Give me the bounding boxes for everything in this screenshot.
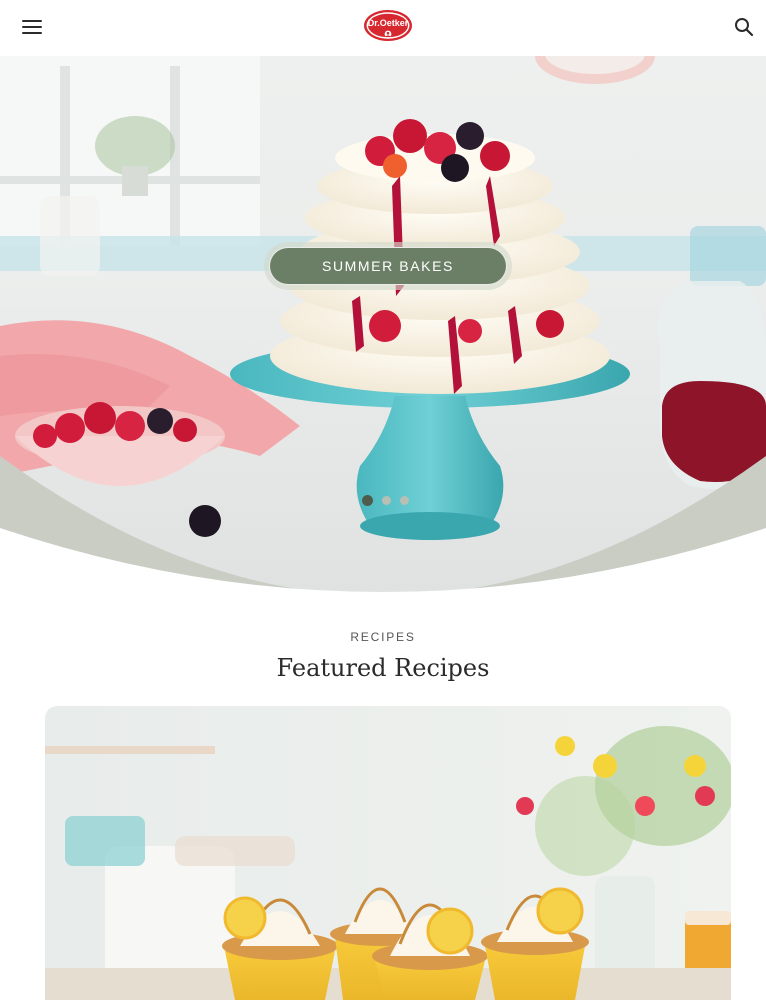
- carousel-dot-2[interactable]: [382, 496, 391, 505]
- carousel-pagination: [362, 495, 409, 506]
- logo-wordmark: Dr.Oetker: [368, 18, 409, 28]
- search-icon[interactable]: [733, 16, 755, 38]
- hero-carousel[interactable]: SUMMER BAKES: [0, 56, 766, 596]
- summer-bakes-button[interactable]: SUMMER BAKES: [269, 247, 507, 285]
- section-title: Featured Recipes: [276, 654, 490, 682]
- hero-image-pavlova: [0, 56, 766, 596]
- carousel-dot-3[interactable]: [400, 496, 409, 505]
- carousel-dot-1[interactable]: [362, 495, 373, 506]
- hamburger-menu-icon[interactable]: [20, 16, 44, 38]
- featured-recipe-card[interactable]: [45, 706, 731, 1000]
- section-eyebrow: RECIPES: [350, 630, 416, 644]
- brand-logo[interactable]: Dr.Oetker: [363, 9, 413, 42]
- site-header: Dr.Oetker: [0, 0, 766, 56]
- recipe-image-lemon-meringue-cupcakes: [45, 706, 731, 1000]
- hero-cta-wrapper: SUMMER BAKES: [264, 242, 512, 290]
